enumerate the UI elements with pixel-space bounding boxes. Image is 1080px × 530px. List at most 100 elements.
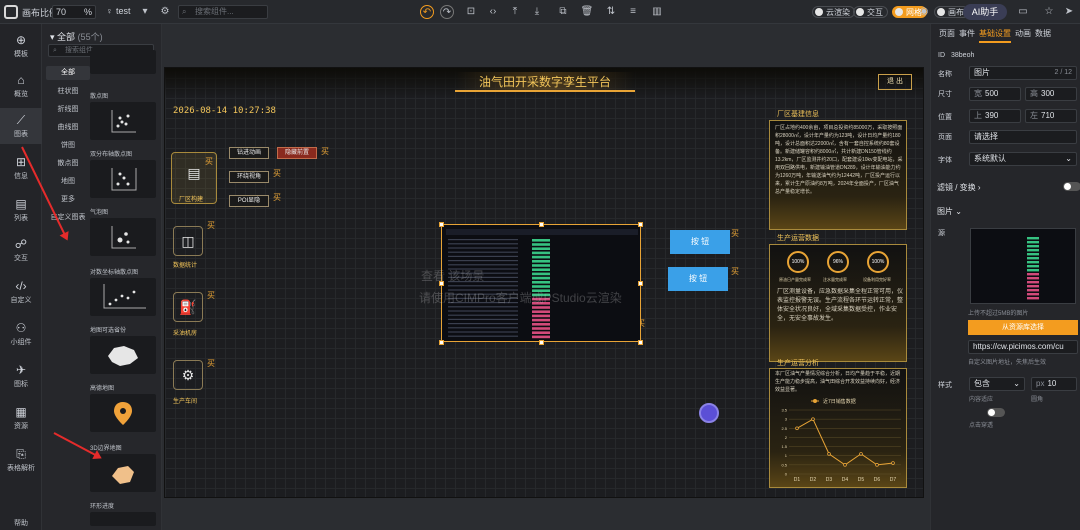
name-input[interactable]: 图片 2 / 12	[969, 66, 1077, 80]
pump-room-icon[interactable]: ⛽	[173, 292, 203, 322]
thumb-ring-progress[interactable]: 环形进度	[90, 502, 156, 526]
floating-assistant-ball[interactable]	[699, 403, 719, 423]
eye-icon[interactable]: ◉	[917, 5, 931, 19]
nav-widget[interactable]: ⚇ 小组件	[0, 316, 42, 352]
thumb-log-scatter[interactable]: 对数坐标轴散点图	[90, 268, 156, 316]
nav-custom[interactable]: ‹/› 自定义	[0, 274, 42, 310]
design-stage[interactable]: 油气田开采数字孪生平台 退 出 2026-08-14 10:27:38 ▤ 厂区…	[164, 67, 924, 498]
flip-icon[interactable]: ⇅	[604, 5, 618, 19]
resize-handle[interactable]	[539, 340, 544, 345]
copy-icon[interactable]: ⧉	[556, 5, 570, 19]
top-input[interactable]: 上 390	[969, 109, 1021, 123]
exit-button[interactable]: 退 出	[878, 74, 912, 90]
category-map[interactable]: 地图	[46, 176, 90, 186]
category-pie[interactable]: 饼图	[46, 140, 90, 150]
nav-table-parse[interactable]: ⎘ 表格解析	[0, 442, 42, 478]
nav-template[interactable]: ⊕ 模板	[0, 28, 42, 64]
dashboard-title[interactable]: 油气田开采数字孪生平台	[455, 72, 635, 92]
monitor-icon[interactable]: ▭	[1016, 5, 1030, 19]
resize-handle[interactable]	[539, 222, 544, 227]
distribute-icon[interactable]: ≡	[626, 5, 640, 19]
resize-handle[interactable]	[439, 340, 444, 345]
thumb-dual-scatter[interactable]: 双分布轴散点图	[90, 150, 156, 198]
table-row-line	[448, 251, 518, 253]
thumb-image	[90, 394, 156, 432]
project-name[interactable]: test	[116, 6, 131, 16]
code-icon[interactable]: ‹›	[486, 5, 500, 19]
thumb-map-province[interactable]: 地图可选省份	[90, 326, 156, 374]
resize-handle[interactable]	[439, 222, 444, 227]
tab-data[interactable]: 数据	[1035, 28, 1051, 39]
data-stat-icon[interactable]: ◫	[173, 226, 203, 256]
thumb-scatter[interactable]: 散点图	[90, 92, 156, 140]
tab-animation[interactable]: 动画	[1015, 28, 1031, 39]
ai-label: AI助手	[971, 7, 999, 17]
catalog-count: (55个)	[77, 32, 103, 42]
tab-page[interactable]: 页面	[939, 28, 955, 39]
workshop-icon[interactable]: ⚙	[173, 360, 203, 390]
category-curve[interactable]: 曲线图	[46, 122, 90, 132]
height-input[interactable]: 高 300	[1025, 87, 1077, 101]
resize-handle[interactable]	[638, 281, 643, 286]
resize-handle[interactable]	[638, 340, 643, 345]
image-section[interactable]: 图片 ⌄	[937, 206, 962, 217]
nav-list[interactable]: ▤ 列表	[0, 192, 42, 228]
filter-section[interactable]: 滤镜 / 变换 ›	[937, 182, 981, 193]
nav-interact[interactable]: ☍ 交互	[0, 232, 42, 268]
radius-input[interactable]: px 10	[1031, 377, 1077, 391]
category-all[interactable]: 全部	[46, 66, 90, 80]
nav-resource[interactable]: ▦ 资源	[0, 400, 42, 436]
grid-icon[interactable]: ▥	[650, 5, 664, 19]
poi-toggle-button[interactable]: POI显隐	[229, 195, 269, 207]
hide-front-button[interactable]: 隐藏前置	[277, 147, 317, 159]
thumb-partial[interactable]	[90, 50, 156, 74]
redo-icon[interactable]: ↷	[440, 5, 454, 19]
image-section-label: 图片	[937, 207, 953, 216]
page-select[interactable]: 请选择	[969, 130, 1077, 144]
select-from-library-button[interactable]: 从资源库选择	[968, 320, 1078, 335]
thumb-amap[interactable]: 高德地图	[90, 384, 156, 432]
nav-help[interactable]: 帮助	[0, 518, 42, 530]
left-input[interactable]: 左 710	[1025, 109, 1077, 123]
cloud-render-toggle[interactable]: 云渲染	[812, 6, 855, 18]
canvas-ratio-input[interactable]: 70 %	[52, 5, 96, 19]
nav-icons[interactable]: ✈ 图标	[0, 358, 42, 394]
download-icon[interactable]: ⤓	[530, 5, 544, 19]
blue-button-1[interactable]: 按 钮	[670, 230, 730, 254]
lock-icon[interactable]: ⊡	[464, 5, 478, 19]
gear-icon[interactable]: ⚙	[158, 5, 172, 19]
category-more[interactable]: 更多	[46, 194, 90, 204]
click-through-switch[interactable]	[987, 408, 1005, 417]
undo-icon[interactable]: ↶	[420, 5, 434, 19]
chevron-down-icon[interactable]: ▾	[138, 5, 152, 19]
category-line[interactable]: 折线图	[46, 104, 90, 114]
resize-handle[interactable]	[638, 222, 643, 227]
chevron-down-icon: ⌄	[1065, 154, 1072, 163]
nav-info[interactable]: ⊞ 信息	[0, 150, 42, 186]
thumb-bubble[interactable]: 气泡图	[90, 208, 156, 256]
table-bar-cell	[532, 335, 550, 339]
star-icon[interactable]: ☆	[1042, 5, 1056, 19]
delete-icon[interactable]: 🗑	[580, 5, 594, 19]
align-top-icon[interactable]: ⤒	[508, 5, 522, 19]
filter-switch[interactable]	[1063, 182, 1080, 191]
category-bar[interactable]: 柱状图	[46, 86, 90, 96]
nav-overview[interactable]: ⌂ 概览	[0, 68, 42, 104]
send-icon[interactable]: ➤	[1062, 5, 1076, 19]
interact-toggle[interactable]: 交互	[853, 6, 888, 18]
orbit-view-button[interactable]: 环绕视角	[229, 171, 269, 183]
tab-basic-settings[interactable]: 基础设置	[979, 28, 1011, 43]
component-search-input[interactable]: ⌕ 搜索组件...	[178, 5, 268, 19]
blue-button-2[interactable]: 按 钮	[668, 267, 728, 291]
font-select[interactable]: 系统默认 ⌄	[969, 152, 1077, 166]
tab-event[interactable]: 事件	[959, 28, 975, 39]
ai-assistant-button[interactable]: AI助手	[963, 4, 1007, 20]
category-scatter[interactable]: 散点图	[46, 158, 90, 168]
width-input[interactable]: 宽 500	[969, 87, 1021, 101]
fit-select[interactable]: 包含 ⌄	[969, 377, 1025, 391]
image-url-input[interactable]: https://cw.picimos.com/cu	[968, 340, 1078, 354]
drill-animation-button[interactable]: 钻进动画	[229, 147, 269, 159]
image-preview[interactable]	[970, 228, 1076, 304]
nav-chart[interactable]: ⟋ 图表	[0, 108, 42, 144]
catalog-header[interactable]: ▾ 全部 (55个)	[50, 30, 103, 43]
